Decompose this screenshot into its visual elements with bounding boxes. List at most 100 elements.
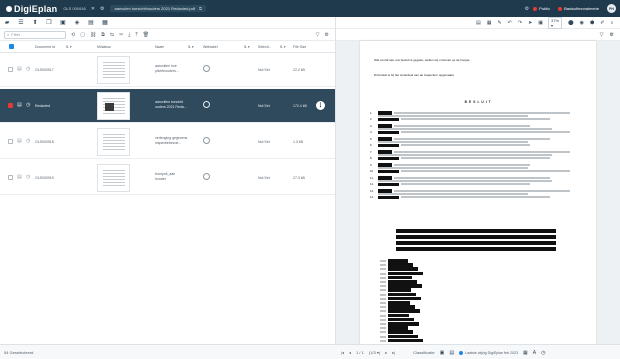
- move-up-icon[interactable]: ⤒: [136, 32, 138, 38]
- col-selection[interactable]: Selecti...: [258, 45, 271, 49]
- link-icon[interactable]: ⛓: [90, 32, 96, 38]
- export-icon[interactable]: ▦: [98, 19, 112, 26]
- viewer-settings-icon[interactable]: ⚙: [610, 32, 614, 38]
- classification-label[interactable]: Classificatie: [413, 350, 434, 355]
- document-name[interactable]: trompoll_aan houder: [155, 172, 199, 182]
- weblabel-status-icon[interactable]: [203, 137, 210, 144]
- col-document-id[interactable]: Document Id: [35, 45, 55, 49]
- document-thumbnail[interactable]: [97, 92, 130, 120]
- file-icon[interactable]: ▤: [17, 102, 22, 108]
- history-icon[interactable]: ◷: [26, 102, 30, 108]
- document-viewer[interactable]: Wat vooraf aan ons besluit is gegaan, st…: [336, 41, 620, 344]
- weblabel-status-icon[interactable]: [203, 65, 210, 72]
- delete-icon[interactable]: 🗑: [143, 32, 149, 38]
- document-name[interactable]: aanvullen toezicht ouders 2021 Reda...: [155, 100, 199, 110]
- document-name[interactable]: verlenging gegevens inspectiebezoe...: [155, 136, 199, 146]
- zoom-select[interactable]: 37% ▾: [548, 16, 563, 29]
- col-sort-icon[interactable]: ⇅ ▾: [66, 45, 72, 49]
- document-tab[interactable]: aanvulen toezichthouders 2021 Redacted.p…: [110, 5, 206, 12]
- col-weblabel-sort-icon[interactable]: ⇅ ▾: [244, 45, 250, 49]
- pdf-icon[interactable]: ▤: [84, 19, 98, 26]
- history-icon[interactable]: ◷: [26, 66, 30, 72]
- redact-icon[interactable]: ⬤: [568, 20, 574, 26]
- cursor-icon[interactable]: ➤: [528, 20, 532, 26]
- row-checkbox[interactable]: [8, 103, 13, 108]
- table-row[interactable]: ▤ ◷ OLS000917 aanvullen hoe plichthouders...…: [0, 53, 335, 87]
- row-menu-icon[interactable]: ⋮: [316, 101, 325, 110]
- avatar[interactable]: PH: [607, 4, 616, 13]
- document-icon[interactable]: ▤: [449, 350, 454, 356]
- filter-input[interactable]: ⌕ Filter: [4, 30, 66, 39]
- settings-icon[interactable]: ⚙: [525, 6, 529, 12]
- page-select[interactable]: (1/3 ▾): [369, 350, 380, 355]
- list-icon[interactable]: ☰: [14, 19, 28, 26]
- row-checkbox[interactable]: [8, 67, 13, 72]
- row-checkbox[interactable]: [8, 139, 13, 144]
- filter-placeholder: Filter: [11, 32, 21, 37]
- col-name-sort-icon[interactable]: ⇅ ▾: [188, 45, 194, 49]
- redo-icon[interactable]: ↷: [518, 20, 522, 26]
- app-logo[interactable]: DigiEplan: [6, 4, 57, 14]
- col-file-size[interactable]: File Size: [293, 45, 306, 49]
- refresh-icon[interactable]: ⟲: [71, 32, 75, 38]
- status-label[interactable]: Public: [539, 6, 550, 11]
- file-icon[interactable]: ▤: [17, 66, 22, 72]
- highlight-icon[interactable]: ◉: [580, 20, 584, 26]
- move-down-icon[interactable]: ⤓: [128, 32, 130, 38]
- file-icon[interactable]: ▤: [17, 138, 22, 144]
- pen-icon[interactable]: ✎: [497, 20, 501, 26]
- marker-icon[interactable]: ✐: [600, 20, 604, 26]
- calendar-icon[interactable]: ▢: [80, 32, 85, 38]
- col-thumbnail[interactable]: Miniatuur: [97, 45, 111, 49]
- history-icon[interactable]: ◷: [26, 138, 30, 144]
- document-thumbnail[interactable]: [97, 164, 130, 192]
- annotation-icon[interactable]: A: [533, 350, 536, 356]
- stamp-tool-icon[interactable]: ⬢: [590, 20, 594, 26]
- help-icon[interactable]: ◷: [541, 350, 545, 356]
- col-selection-sort-icon[interactable]: ⇅ ▾: [280, 45, 286, 49]
- sidebar-toggle-icon[interactable]: ▤: [476, 20, 481, 26]
- upload-icon[interactable]: ⬆: [28, 19, 42, 26]
- weblabel-status-icon[interactable]: [203, 101, 210, 108]
- split-icon[interactable]: ⇆: [110, 32, 114, 38]
- grid-icon[interactable]: ▦: [487, 20, 492, 26]
- folder-icon[interactable]: ▰: [0, 19, 14, 26]
- merge-icon[interactable]: ✂: [119, 32, 123, 38]
- viewer-funnel-icon[interactable]: ▽: [600, 32, 604, 38]
- undo-icon[interactable]: ↶: [508, 20, 512, 26]
- file-icon[interactable]: ▤: [17, 174, 22, 180]
- copy-icon[interactable]: ❐: [42, 19, 56, 26]
- stamp-icon[interactable]: ▣: [56, 19, 70, 26]
- prev-page-icon[interactable]: ◂: [349, 350, 351, 355]
- tag-icon[interactable]: ◈: [70, 19, 84, 26]
- classification-icon[interactable]: ▣: [440, 350, 445, 356]
- last-page-icon[interactable]: ▸|: [392, 350, 395, 355]
- save-icon[interactable]: ▦: [523, 350, 528, 356]
- pdf-bullet-line: [380, 327, 386, 330]
- column-settings-icon[interactable]: ⚙: [325, 32, 329, 38]
- close-icon[interactable]: ✕: [91, 6, 95, 12]
- redaction-block: [388, 280, 417, 284]
- row-checkbox[interactable]: [8, 175, 13, 180]
- redaction-block: [388, 334, 418, 339]
- col-name[interactable]: Naam: [155, 45, 164, 49]
- external-link-icon[interactable]: ⧉: [199, 6, 202, 11]
- history-icon[interactable]: ◷: [26, 174, 30, 180]
- first-page-icon[interactable]: |◂: [341, 350, 344, 355]
- next-page-icon[interactable]: ▸: [385, 350, 387, 355]
- document-name[interactable]: aanvullen hoe plichthouders...: [155, 64, 199, 74]
- zoom-icon[interactable]: ⌕: [611, 20, 614, 26]
- col-weblabel[interactable]: Weblabel: [203, 45, 218, 49]
- document-thumbnail[interactable]: [97, 56, 130, 84]
- table-row[interactable]: ▤ ◷ OLS000918 verlenging gegevens inspectieb…: [0, 125, 335, 159]
- user-name[interactable]: Basisufimonalmerie: [564, 6, 599, 11]
- funnel-icon[interactable]: ▽: [316, 32, 320, 38]
- document-thumbnail[interactable]: [97, 128, 130, 156]
- gear-icon[interactable]: ⚙: [100, 6, 104, 12]
- weblabel-status-icon[interactable]: [203, 173, 210, 180]
- table-row[interactable]: ▤ ◷ Redacted aanvullen toezicht ouders 2021 …: [0, 89, 335, 123]
- table-row[interactable]: ▤ ◷ OLS000919 trompoll_aan houder Not Set 27.3…: [0, 161, 335, 195]
- select-all-checkbox[interactable]: [9, 44, 14, 49]
- duplicate-icon[interactable]: ⧉: [101, 32, 105, 38]
- pages-icon[interactable]: ▣: [538, 20, 543, 26]
